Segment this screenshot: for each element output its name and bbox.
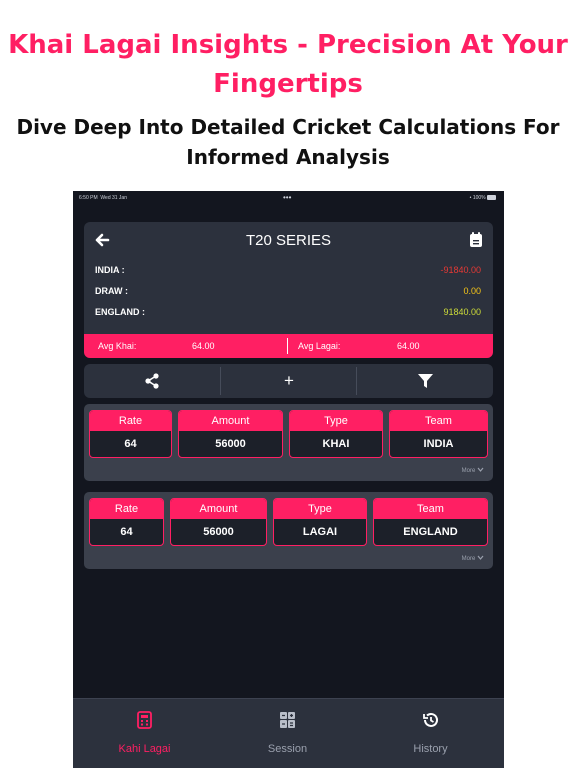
team-label: Team <box>390 411 487 431</box>
share-icon <box>145 373 159 389</box>
type-label: Type <box>290 411 382 431</box>
amount-label: Amount <box>179 411 282 431</box>
tab-kahi-lagai[interactable]: Kahi Lagai <box>73 699 216 768</box>
promo-subline-line2: Informed Analysis <box>186 145 390 169</box>
battery-icon <box>487 195 496 201</box>
type-value: KHAI <box>322 438 350 450</box>
status-bar: 6:50 PM Wed 31 Jan ••• • 100% <box>73 191 504 205</box>
bet-entry-card[interactable]: Rate 64 Amount 56000 Type KHAI Team INDI… <box>84 404 493 481</box>
battery-percent: 100% <box>472 195 486 201</box>
team-name: INDIA : <box>95 265 125 275</box>
action-toolbar: + <box>84 364 493 398</box>
tab-label: Kahi Lagai <box>118 743 171 755</box>
session-calculator-icon <box>280 712 295 728</box>
team-row-draw: DRAW : 0.00 <box>95 286 481 300</box>
type-field: Type KHAI <box>289 410 383 458</box>
filter-button[interactable] <box>357 364 493 398</box>
team-row-england: ENGLAND : 91840.00 <box>95 307 481 321</box>
rate-label: Rate <box>90 499 163 519</box>
calculator-icon <box>137 711 152 729</box>
promo-headline: Khai Lagai Insights - Precision At Your … <box>0 26 576 104</box>
amount-field: Amount 56000 <box>170 498 267 546</box>
team-label: Team <box>374 499 487 519</box>
rate-field: Rate 64 <box>89 498 164 546</box>
more-label: More <box>461 468 476 474</box>
team-row-india: INDIA : -91840.00 <box>95 265 481 279</box>
bet-entry-card[interactable]: Rate 64 Amount 56000 Type LAGAI Team ENG… <box>84 492 493 569</box>
tab-history[interactable]: History <box>359 699 502 768</box>
amount-field: Amount 56000 <box>178 410 283 458</box>
battery-indicator: • 100% <box>470 195 496 201</box>
team-field: Team ENGLAND <box>373 498 488 546</box>
status-time: 6:50 PM Wed 31 Jan <box>79 195 127 201</box>
average-bar: Avg Khai: 64.00 Avg Lagai: 64.00 <box>84 334 493 358</box>
type-value: LAGAI <box>302 526 338 538</box>
avg-lagai-label: Avg Lagai: <box>298 341 341 351</box>
more-button[interactable]: More <box>462 467 484 474</box>
more-button[interactable]: More <box>462 555 484 562</box>
filter-icon <box>417 374 433 388</box>
amount-label: Amount <box>171 499 266 519</box>
amount-value: 56000 <box>215 438 246 450</box>
promo-headline-line2: Fingertips <box>213 69 363 99</box>
promo-subline: Dive Deep Into Detailed Cricket Calculat… <box>0 112 576 172</box>
status-date-text: Wed 31 Jan <box>100 195 127 201</box>
rate-value: 64 <box>120 526 133 538</box>
chevron-down-icon <box>477 555 484 560</box>
history-icon <box>423 712 438 727</box>
avg-lagai-value: 64.00 <box>397 341 420 351</box>
avg-khai-value: 64.00 <box>192 341 215 351</box>
match-title: T20 SERIES <box>245 232 332 249</box>
tab-label: Session <box>267 743 308 755</box>
wifi-icon: • <box>469 195 472 201</box>
rate-label: Rate <box>90 411 171 431</box>
promo-subline-line1: Dive Deep Into Detailed Cricket Calculat… <box>16 115 560 139</box>
amount-value: 56000 <box>203 526 234 538</box>
tab-label: History <box>413 743 448 755</box>
team-balance: -91840.00 <box>440 265 481 275</box>
avg-khai-label: Avg Khai: <box>98 341 137 351</box>
rate-value: 64 <box>124 438 137 450</box>
team-value: ENGLAND <box>403 526 458 538</box>
share-button[interactable] <box>84 364 220 398</box>
team-name: DRAW : <box>95 286 128 296</box>
status-time-text: 6:50 PM <box>79 195 98 201</box>
more-label: More <box>461 556 476 562</box>
add-bet-button[interactable]: + <box>221 364 357 398</box>
team-balance: 91840.00 <box>443 307 481 317</box>
bottom-tab-bar: Kahi Lagai Session History <box>73 698 504 768</box>
promo-headline-line1: Khai Lagai Insights - Precision At Your <box>8 30 568 60</box>
type-field: Type LAGAI <box>273 498 367 546</box>
notes-icon[interactable] <box>469 232 483 248</box>
app-screen: 6:50 PM Wed 31 Jan ••• • 100% T20 SERIES… <box>73 191 504 768</box>
team-value: INDIA <box>423 438 454 450</box>
team-field: Team INDIA <box>389 410 488 458</box>
plus-icon: + <box>284 371 294 390</box>
type-label: Type <box>274 499 366 519</box>
multitask-dots[interactable]: ••• <box>283 193 291 202</box>
chevron-down-icon <box>477 467 484 472</box>
team-name: ENGLAND : <box>95 307 145 317</box>
tab-session[interactable]: Session <box>216 699 359 768</box>
avg-divider <box>287 338 288 354</box>
team-balance: 0.00 <box>463 286 481 296</box>
rate-field: Rate 64 <box>89 410 172 458</box>
match-summary-card: T20 SERIES INDIA : -91840.00 DRAW : 0.00… <box>84 222 493 358</box>
